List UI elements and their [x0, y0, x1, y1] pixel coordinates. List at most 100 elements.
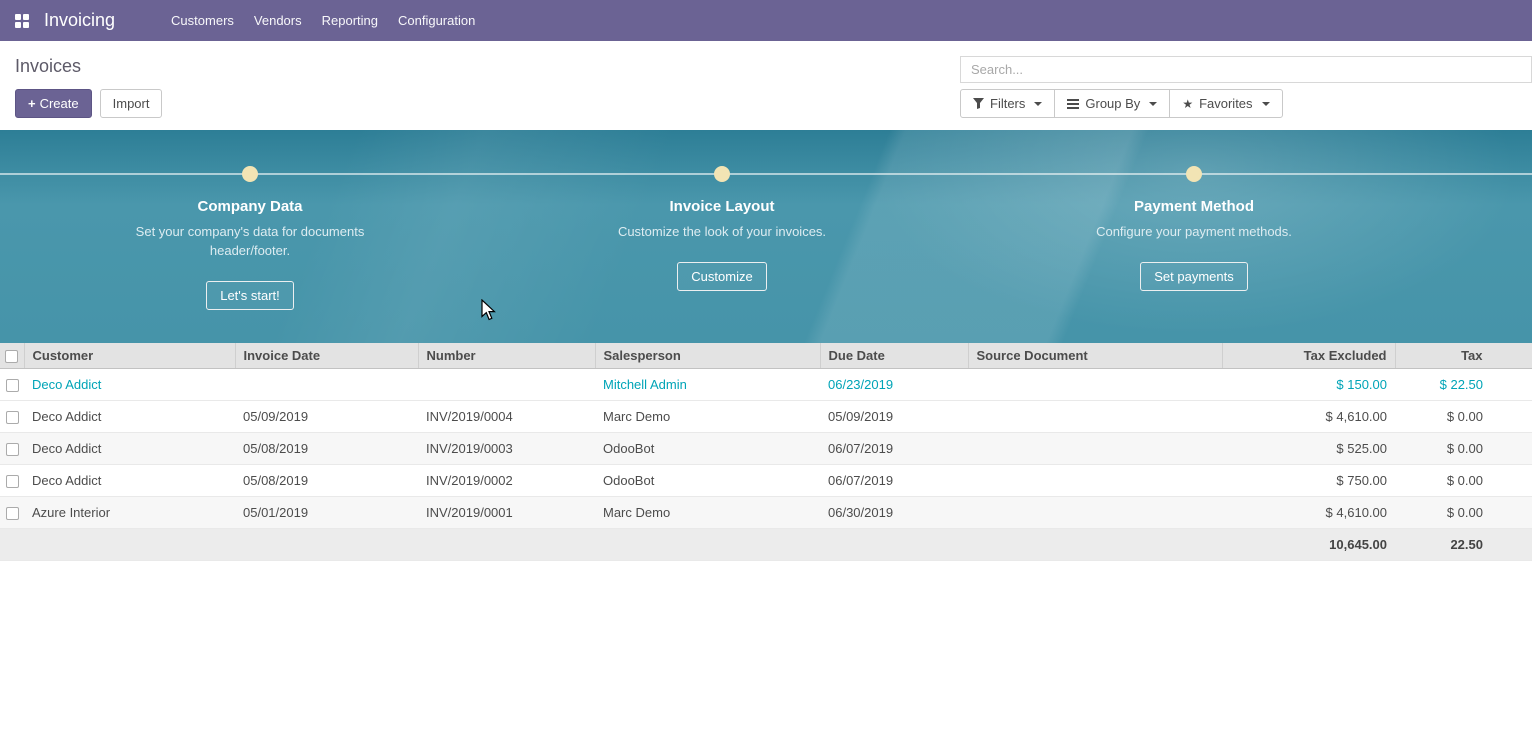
cell-number [418, 369, 595, 401]
cell-customer: Deco Addict [24, 369, 235, 401]
table-row[interactable]: Azure Interior 05/01/2019 INV/2019/0001 … [0, 497, 1532, 529]
onboarding-banner: Company Data Set your company's data for… [0, 130, 1532, 343]
create-button[interactable]: + Create [15, 89, 92, 118]
cell-select [0, 433, 24, 465]
cell-number: INV/2019/0003 [418, 433, 595, 465]
cell-number: INV/2019/0001 [418, 497, 595, 529]
chevron-down-icon [1262, 102, 1270, 106]
col-header-invoice-date[interactable]: Invoice Date [235, 343, 418, 369]
cell-tax: $ 22.50 [1395, 369, 1532, 401]
table-row[interactable]: Deco Addict 05/08/2019 INV/2019/0003 Odo… [0, 433, 1532, 465]
table-row[interactable]: Deco Addict 05/08/2019 INV/2019/0002 Odo… [0, 465, 1532, 497]
filters-button[interactable]: Filters [960, 89, 1055, 118]
col-header-due-date[interactable]: Due Date [820, 343, 968, 369]
cell-salesperson: OdooBot [595, 433, 820, 465]
cell-invoice-date: 05/01/2019 [235, 497, 418, 529]
cell-customer: Deco Addict [24, 401, 235, 433]
col-header-source-document[interactable]: Source Document [968, 343, 1222, 369]
cell-tax-excluded: $ 4,610.00 [1222, 497, 1395, 529]
cell-select [0, 401, 24, 433]
cell-source-document [968, 369, 1222, 401]
col-header-tax-excluded[interactable]: Tax Excluded [1222, 343, 1395, 369]
apps-grid-icon [15, 14, 29, 28]
cell-source-document [968, 401, 1222, 433]
step-dot-icon [714, 166, 730, 182]
col-header-customer[interactable]: Customer [24, 343, 235, 369]
create-button-label: Create [40, 96, 79, 111]
menu-configuration[interactable]: Configuration [388, 0, 485, 41]
chevron-down-icon [1034, 102, 1042, 106]
cell-due-date: 06/07/2019 [820, 465, 968, 497]
row-checkbox[interactable] [6, 507, 19, 520]
cell-number: INV/2019/0004 [418, 401, 595, 433]
cell-salesperson: OdooBot [595, 465, 820, 497]
col-header-number[interactable]: Number [418, 343, 595, 369]
step-dot-icon [242, 166, 258, 182]
row-checkbox[interactable] [6, 475, 19, 488]
cell-tax-excluded: $ 4,610.00 [1222, 401, 1395, 433]
cell-source-document [968, 465, 1222, 497]
step-dot-icon [1186, 166, 1202, 182]
cell-tax: $ 0.00 [1395, 433, 1532, 465]
cell-number: INV/2019/0002 [418, 465, 595, 497]
cell-invoice-date [235, 369, 418, 401]
cell-customer: Azure Interior [24, 497, 235, 529]
table-row[interactable]: Deco Addict Mitchell Admin 06/23/2019 $ … [0, 369, 1532, 401]
cell-customer: Deco Addict [24, 465, 235, 497]
menu-customers[interactable]: Customers [161, 0, 244, 41]
lets-start-button[interactable]: Let's start! [206, 281, 294, 310]
cell-customer: Deco Addict [24, 433, 235, 465]
select-all-checkbox[interactable] [5, 350, 18, 363]
step-title: Payment Method [1134, 198, 1254, 215]
total-tax: 22.50 [1395, 529, 1532, 561]
set-payments-button[interactable]: Set payments [1140, 262, 1248, 291]
menu-vendors[interactable]: Vendors [244, 0, 312, 41]
cell-tax: $ 0.00 [1395, 465, 1532, 497]
cell-select [0, 369, 24, 401]
favorites-button[interactable]: ★ Favorites [1169, 89, 1282, 118]
favorites-button-label: Favorites [1199, 95, 1252, 112]
menu-reporting[interactable]: Reporting [312, 0, 388, 41]
cell-select [0, 465, 24, 497]
cell-tax: $ 0.00 [1395, 401, 1532, 433]
apps-menu-button[interactable] [8, 7, 36, 35]
table-row[interactable]: Deco Addict 05/09/2019 INV/2019/0004 Mar… [0, 401, 1532, 433]
group-by-list-icon [1067, 99, 1079, 109]
filter-funnel-icon [973, 98, 984, 109]
onboarding-step-invoice-layout: Invoice Layout Customize the look of you… [486, 166, 958, 310]
cell-due-date: 05/09/2019 [820, 401, 968, 433]
cell-tax-excluded: $ 150.00 [1222, 369, 1395, 401]
header-select-all [0, 343, 24, 369]
table-header-row: Customer Invoice Date Number Salesperson… [0, 343, 1532, 369]
cell-invoice-date: 05/08/2019 [235, 465, 418, 497]
star-icon: ★ [1182, 98, 1193, 110]
onboarding-steps: Company Data Set your company's data for… [14, 130, 1430, 310]
cell-salesperson: Mitchell Admin [595, 369, 820, 401]
row-checkbox[interactable] [6, 443, 19, 456]
customize-button[interactable]: Customize [677, 262, 766, 291]
step-title: Invoice Layout [669, 198, 774, 215]
plus-icon: + [28, 96, 36, 111]
cell-source-document [968, 497, 1222, 529]
cell-select [0, 497, 24, 529]
row-checkbox[interactable] [6, 379, 19, 392]
total-tax-excluded: 10,645.00 [1222, 529, 1395, 561]
row-checkbox[interactable] [6, 411, 19, 424]
filters-button-label: Filters [990, 95, 1025, 112]
cell-invoice-date: 05/08/2019 [235, 433, 418, 465]
cell-salesperson: Marc Demo [595, 401, 820, 433]
col-header-tax[interactable]: Tax [1395, 343, 1532, 369]
group-by-button-label: Group By [1085, 95, 1140, 112]
navbar-menu: Customers Vendors Reporting Configuratio… [161, 0, 485, 41]
control-panel: Invoices +Create Import Filters Group By… [0, 41, 1532, 130]
col-header-salesperson[interactable]: Salesperson [595, 343, 820, 369]
group-by-button[interactable]: Group By [1054, 89, 1170, 118]
search-input[interactable] [960, 56, 1532, 83]
cell-due-date: 06/30/2019 [820, 497, 968, 529]
onboarding-step-payment-method: Payment Method Configure your payment me… [958, 166, 1430, 310]
app-title[interactable]: Invoicing [44, 10, 115, 31]
cell-due-date: 06/07/2019 [820, 433, 968, 465]
cell-tax: $ 0.00 [1395, 497, 1532, 529]
import-button[interactable]: Import [100, 89, 163, 118]
cell-invoice-date: 05/09/2019 [235, 401, 418, 433]
